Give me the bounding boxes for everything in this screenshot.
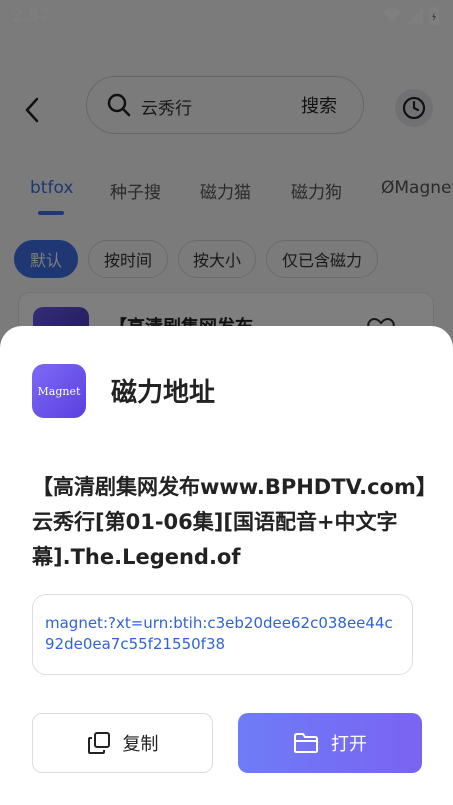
copy-label: 复制 bbox=[122, 734, 159, 755]
open-label: 打开 bbox=[331, 734, 367, 755]
magnet-logo: Magnet bbox=[32, 364, 86, 418]
sheet-title: 磁力地址 bbox=[111, 378, 216, 408]
open-button[interactable]: 打开 bbox=[238, 713, 422, 773]
copy-button[interactable]: 复制 bbox=[32, 713, 213, 773]
copy-icon bbox=[87, 732, 110, 754]
magnet-link-box: magnet:?xt=urn:btih:c3eb20dee62c038ee44c… bbox=[32, 594, 413, 675]
resource-name: 【高清剧集网发布www.BPHDTV.com】云秀行[第01-06集][国语配音… bbox=[32, 475, 427, 569]
magnet-sheet: Magnet 磁力地址 【高清剧集网发布www.BPHDTV.com】云秀行[第… bbox=[0, 326, 453, 805]
folder-icon bbox=[294, 733, 318, 753]
magnet-link[interactable]: magnet:?xt=urn:btih:c3eb20dee62c038ee44c… bbox=[45, 613, 400, 655]
